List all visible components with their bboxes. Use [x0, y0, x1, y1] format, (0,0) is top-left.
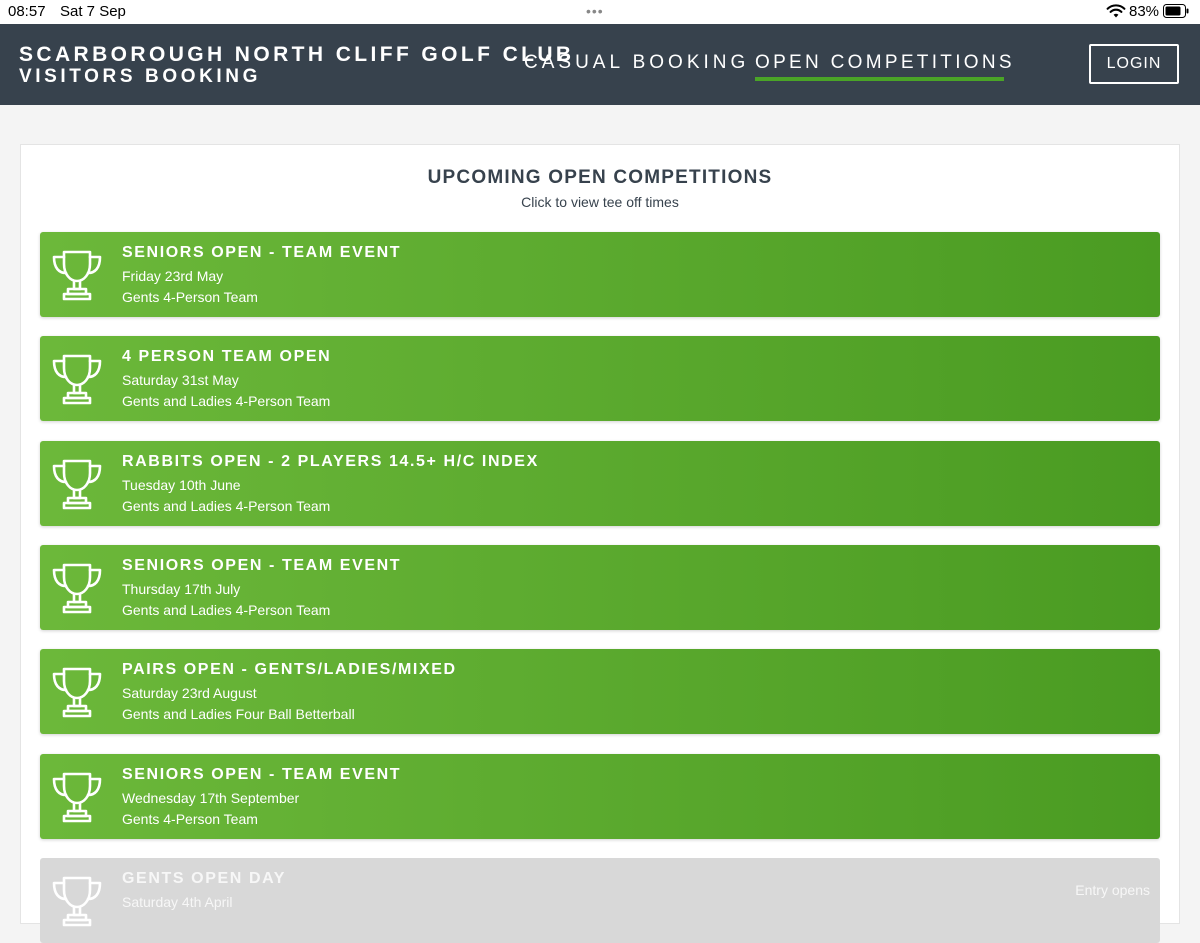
competition-card[interactable]: SENIORS OPEN - TEAM EVENT Thursday 17th J… [40, 544, 1160, 630]
trophy-icon [50, 248, 104, 302]
competition-card[interactable]: 4 PERSON TEAM OPEN Saturday 31st May Gents… [40, 336, 1160, 422]
battery-icon [1163, 4, 1189, 18]
wifi-icon [1106, 4, 1126, 18]
trophy-icon [50, 561, 104, 615]
entry-status: Entry opens [1075, 881, 1150, 898]
page-subtitle: Click to view tee off times [521, 194, 679, 210]
competition-title: RABBITS OPEN - 2 PLAYERS 14.5+ H/C INDEX [122, 452, 539, 470]
competition-title: PAIRS OPEN - GENTS/LADIES/MIXED [122, 661, 457, 679]
competition-card[interactable]: SENIORS OPEN - TEAM EVENT Friday 23rd May… [40, 232, 1160, 317]
status-bar: 08:57 Sat 7 Sep ••• 83% [0, 0, 1200, 24]
status-time: 08:57 [8, 3, 46, 20]
trophy-icon [50, 665, 104, 719]
competition-date: Tuesday 10th June [122, 476, 241, 493]
battery-percentage: 83% [1129, 3, 1160, 20]
competition-title: 4 PERSON TEAM OPEN [122, 348, 332, 366]
club-name[interactable]: SCARBOROUGH NORTH CLIFF GOLF CLUB [19, 43, 575, 67]
competition-title: SENIORS OPEN - TEAM EVENT [122, 244, 402, 261]
competition-format: Gents and Ladies 4-Person Team [122, 601, 331, 618]
competition-card[interactable]: SENIORS OPEN - TEAM EVENT Wednesday 17th … [40, 753, 1160, 839]
login-button[interactable]: LOGIN [1089, 44, 1179, 84]
nav-casual-booking[interactable]: CASUAL BOOKING [524, 52, 749, 74]
competition-format: Gents and Ladies Four Ball Betterball [122, 706, 355, 723]
site-subtitle[interactable]: VISITORS BOOKING [19, 66, 261, 88]
competition-card[interactable]: PAIRS OPEN - GENTS/LADIES/MIXED Saturday … [40, 649, 1160, 735]
trophy-icon [50, 352, 104, 406]
trophy-icon [50, 457, 104, 511]
competition-title: SENIORS OPEN - TEAM EVENT [122, 556, 402, 574]
trophy-icon [50, 874, 104, 928]
competition-date: Thursday 17th July [122, 580, 241, 597]
nav-open-competitions[interactable]: OPEN COMPETITIONS [755, 52, 1015, 74]
competition-format: Gents and Ladies 4-Person Team [122, 393, 331, 410]
competition-title: GENTS OPEN DAY [122, 869, 287, 887]
competition-date: Saturday 4th April [122, 893, 233, 910]
competition-card[interactable]: GENTS OPEN DAY Saturday 4th April Entry op… [40, 857, 1160, 943]
competition-format: Gents 4-Person Team [122, 289, 258, 305]
competition-date: Wednesday 17th September [122, 789, 300, 806]
active-nav-indicator [755, 77, 1004, 81]
competition-format: Gents 4-Person Team [122, 810, 258, 827]
competition-date: Saturday 23rd August [122, 685, 257, 702]
top-navigation: SCARBOROUGH NORTH CLIFF GOLF CLUB VISITO… [0, 24, 1200, 105]
competition-format: Gents and Ladies 4-Person Team [122, 497, 331, 514]
competition-date: Saturday 31st May [122, 372, 239, 389]
multitasking-dots-icon[interactable]: ••• [586, 3, 604, 19]
trophy-icon [50, 770, 104, 824]
page-title: UPCOMING OPEN COMPETITIONS [427, 167, 773, 188]
competition-date: Friday 23rd May [122, 268, 224, 284]
competition-card[interactable]: RABBITS OPEN - 2 PLAYERS 14.5+ H/C INDEX… [40, 440, 1160, 526]
competition-title: SENIORS OPEN - TEAM EVENT [122, 765, 402, 783]
status-date: Sat 7 Sep [60, 3, 126, 20]
